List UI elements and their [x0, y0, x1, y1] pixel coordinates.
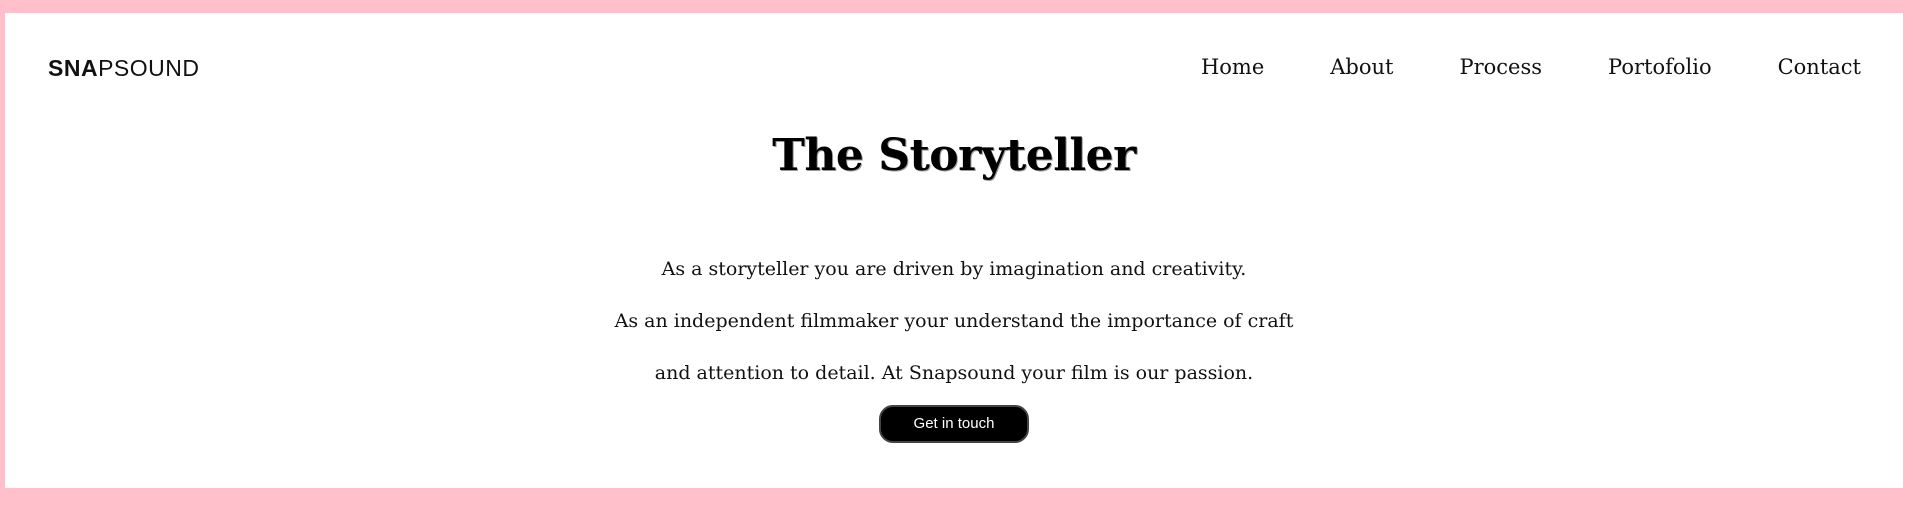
nav-process[interactable]: Process — [1459, 55, 1542, 79]
hero-title: The Storyteller — [772, 130, 1136, 181]
brand-logo-bold: SNA — [48, 55, 99, 81]
hero-line-1: As a storyteller you are driven by imagi… — [661, 258, 1247, 280]
cta-container: Get in touch — [5, 405, 1903, 443]
nav-about[interactable]: About — [1330, 55, 1393, 79]
brand-logo[interactable]: SNAPSOUND — [48, 55, 199, 82]
nav-contact[interactable]: Contact — [1778, 55, 1861, 79]
hero-line-2: As an independent filmmaker your underst… — [614, 310, 1294, 332]
get-in-touch-button[interactable]: Get in touch — [879, 405, 1029, 443]
nav-home[interactable]: Home — [1201, 55, 1264, 79]
hero-line-3: and attention to detail. At Snapsound yo… — [654, 362, 1254, 384]
nav-portfolio[interactable]: Portofolio — [1608, 55, 1712, 79]
hero-section: The Storyteller — [5, 130, 1903, 181]
page-container: SNAPSOUND Home About Process Portofolio … — [5, 13, 1903, 488]
hero-description: As a storyteller you are driven by imagi… — [5, 258, 1903, 414]
main-nav: Home About Process Portofolio Contact — [1201, 55, 1861, 79]
brand-logo-light: PSOUND — [98, 55, 200, 81]
